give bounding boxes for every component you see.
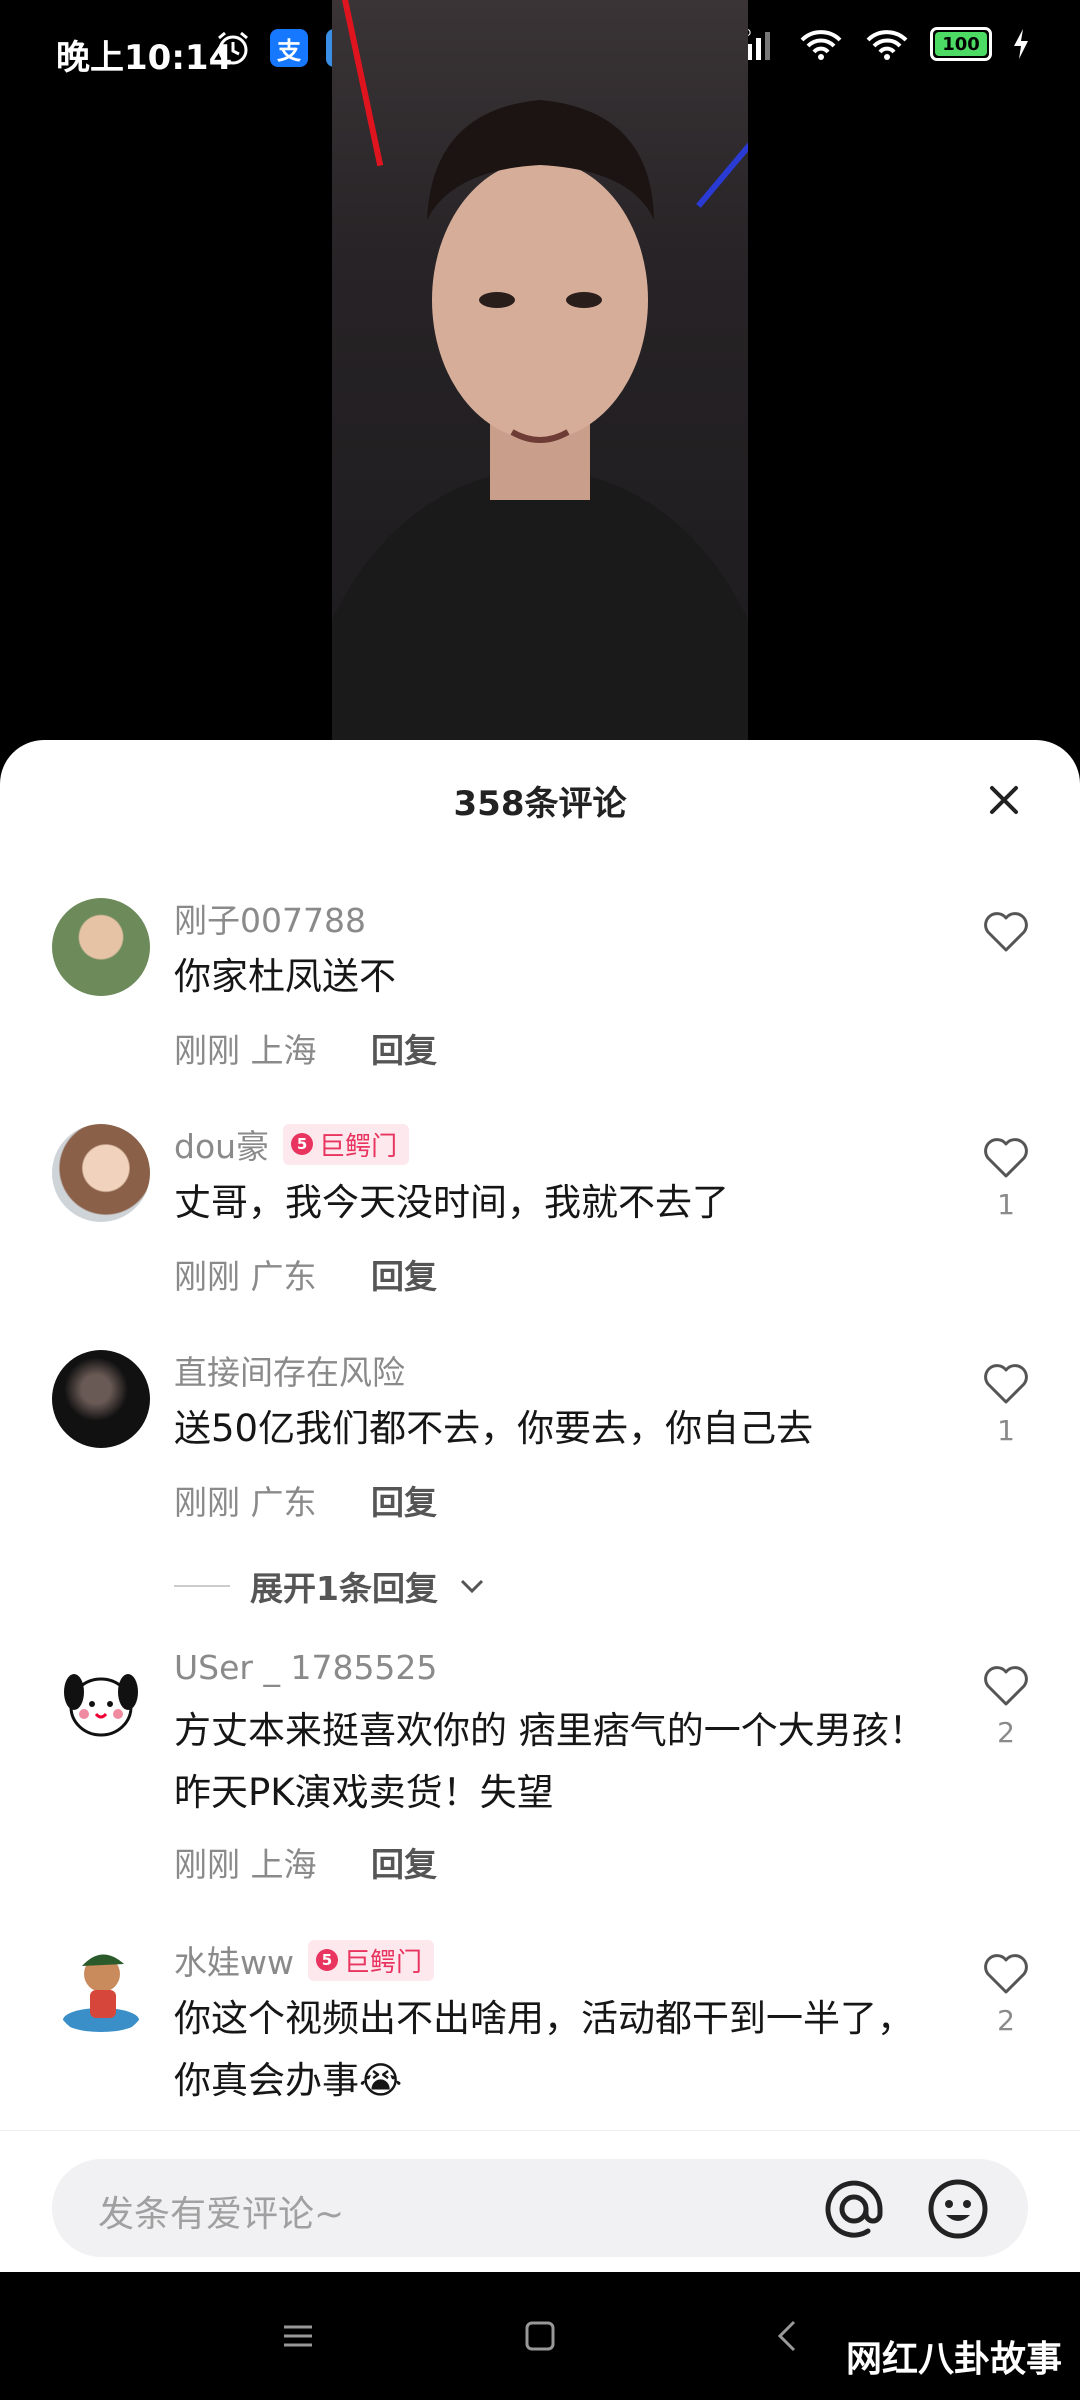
avatar[interactable] [52,1124,150,1222]
like-count: 1 [997,1414,1015,1447]
comment-meta: 刚刚 广东 回复 [174,1476,437,1524]
comment-location: 广东 [250,1257,317,1296]
menu-icon[interactable] [280,2318,316,2354]
video-preview[interactable] [332,0,748,740]
comment-time: 刚刚 [174,1845,240,1884]
comment-text: 方丈本来挺喜欢你的 痞里痞气的一个大男孩！昨天PK演戏卖货！失望 [174,1709,926,1814]
like-count: 1 [997,1188,1015,1221]
emoji-icon[interactable] [926,2177,990,2241]
reply-button[interactable]: 回复 [371,1483,437,1522]
back-icon[interactable] [770,2318,806,2354]
wifi-icon [800,30,842,60]
like-icon[interactable] [982,1136,1030,1180]
fan-badge: 5 巨鳄门 [307,1939,434,1981]
home-icon[interactable] [522,2318,558,2354]
chevron-down-icon [460,1579,484,1594]
charging-icon [1014,29,1028,59]
fan-badge: 5 巨鳄门 [283,1123,410,1165]
like-icon[interactable] [982,1952,1030,1996]
like-icon[interactable] [982,910,1030,954]
comment-location: 广东 [250,1483,317,1522]
comment-username[interactable]: 刚子007788 [174,894,366,942]
comment-meta: 刚刚 上海 回复 [174,1838,437,1886]
like-count: 2 [997,2004,1015,2037]
expand-replies-label: 展开1条回复 [250,1569,438,1608]
comment-input-bar: 发条有爱评论~ [0,2130,1080,2273]
comment-meta: 刚刚 上海 回复 [174,1024,437,1072]
avatar[interactable] [52,1940,150,2038]
avatar[interactable] [52,1652,150,1750]
comment-location: 上海 [250,1845,317,1884]
comment-time: 刚刚 [174,1031,240,1070]
like-icon[interactable] [982,1362,1030,1406]
comment-text: 送50亿我们都不去，你要去，你自己去 [174,1407,814,1450]
streamer-image [332,100,748,740]
comments-sheet: 358条评论 刚子007788 你家杜凤送不 刚刚 上海 回复 dou豪 5 巨鳄… [0,740,1080,2273]
reply-button[interactable]: 回复 [371,1845,437,1884]
comment-text: 你这个视频出不出啥用，活动都干到一半了，你真会办事😭 [174,1997,914,2102]
comment-text: 丈哥，我今天没时间，我就不去了 [174,1181,729,1224]
divider [174,1585,230,1587]
comment-meta: 刚刚 广东 回复 [174,1250,437,1298]
comment-username[interactable]: dou豪 5 巨鳄门 [174,1120,410,1168]
like-count: 2 [997,1716,1015,1749]
comment-location: 上海 [250,1031,317,1070]
alipay-icon: 支 [270,29,308,67]
reply-button[interactable]: 回复 [371,1257,437,1296]
comment-input[interactable]: 发条有爱评论~ [52,2159,1028,2257]
battery-icon: 100 [930,27,992,61]
watermark: 网红八卦故事 [845,2339,1062,2380]
expand-replies-button[interactable]: 展开1条回复 [174,1562,486,1610]
status-time: 晚上10:14 [56,38,233,78]
avatar[interactable] [52,898,150,996]
system-nav-bar: 网红八卦故事 [0,2272,1080,2400]
alarm-icon [218,31,248,65]
comment-username[interactable]: 直接间存在风险 [174,1346,405,1394]
comment-username[interactable]: 水娃ᴡᴡ 5 巨鳄门 [174,1936,434,1984]
reply-button[interactable]: 回复 [371,1031,437,1070]
avatar[interactable] [52,1350,150,1448]
comment-time: 刚刚 [174,1483,240,1522]
close-icon[interactable] [984,780,1024,820]
comments-title: 358条评论 [453,784,627,824]
like-icon[interactable] [982,1664,1030,1708]
cartoon-avatar-image [64,1674,138,1737]
at-icon[interactable] [822,2177,886,2241]
wifi-icon [866,30,908,60]
comment-username[interactable]: USer _ 1785525 [174,1648,437,1687]
comment-time: 刚刚 [174,1257,240,1296]
comment-input-placeholder: 发条有爱评论~ [98,2194,345,2235]
cartoon-avatar-image [63,1954,139,2032]
comment-text: 你家杜凤送不 [174,955,396,998]
